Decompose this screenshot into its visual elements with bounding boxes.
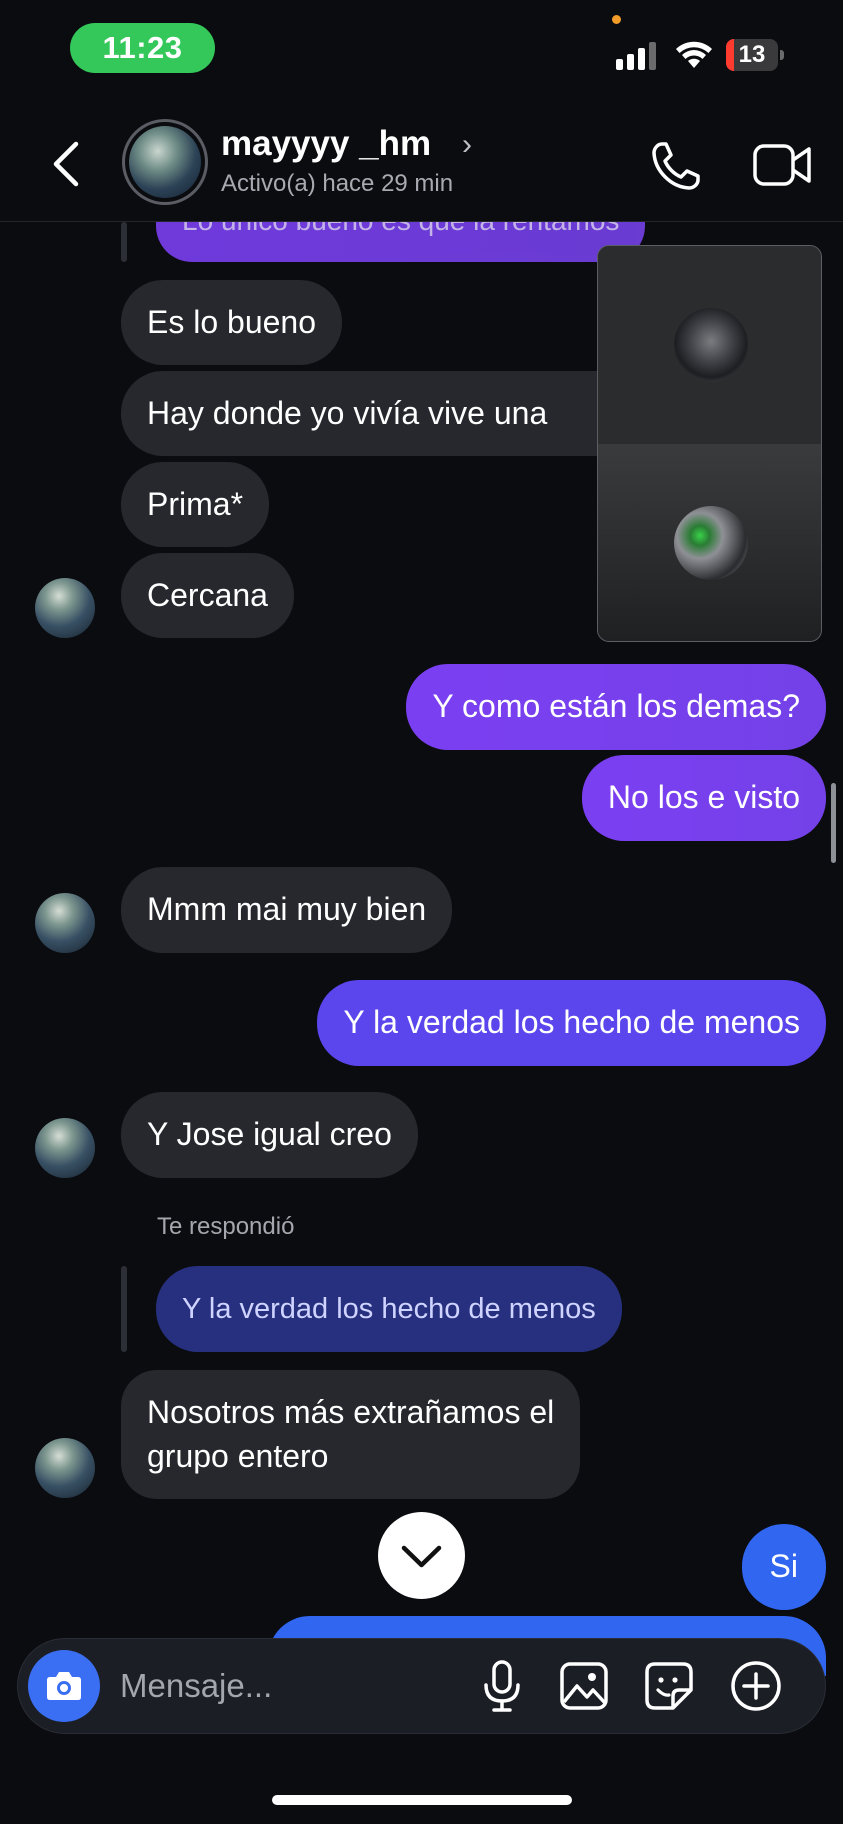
chevron-down-icon <box>401 1545 442 1568</box>
message-text: Y la verdad los hecho de menos <box>182 1293 596 1325</box>
status-time: 11:23 <box>70 23 215 73</box>
contact-avatar[interactable] <box>122 119 208 205</box>
message-bubble-incoming[interactable]: Nosotros más extrañamos el grupo entero <box>121 1370 581 1499</box>
message-bubble-incoming[interactable]: Es lo bueno <box>121 280 343 365</box>
chevron-right-icon[interactable]: › <box>462 128 472 162</box>
participant-video-thumbnail[interactable] <box>674 308 748 382</box>
replied-label: Te respondió <box>157 1213 295 1240</box>
image-icon[interactable] <box>557 1658 611 1714</box>
contact-avatar-small[interactable] <box>35 1118 95 1178</box>
camera-icon <box>47 1672 81 1700</box>
chat-header: mayyyy _hm › Activo(a) hace 29 min <box>0 100 843 222</box>
message-bubble-outgoing[interactable]: No los e visto <box>581 755 826 841</box>
battery-indicator: 13 <box>726 39 784 71</box>
microphone-icon[interactable] <box>475 1658 529 1714</box>
message-text: Cercana <box>147 577 268 613</box>
message-text: Prima* <box>147 486 244 522</box>
scroll-to-bottom-button[interactable] <box>378 1512 465 1599</box>
message-text: Hay donde yo vivía vive una <box>147 395 548 431</box>
message-bubble-incoming[interactable]: Y Jose igual creo <box>121 1092 418 1178</box>
message-text: No los e visto <box>607 779 800 815</box>
phone-icon[interactable] <box>648 138 704 194</box>
message-input[interactable] <box>120 1660 460 1712</box>
contact-activity-status: Activo(a) hace 29 min <box>221 170 454 197</box>
self-video-thumbnail[interactable] <box>674 506 748 580</box>
message-bubble-outgoing[interactable]: Si <box>741 1524 826 1610</box>
message-bubble-incoming[interactable]: Cercana <box>121 553 294 638</box>
message-bubble-incoming[interactable]: Mmm mai muy bien <box>121 867 453 953</box>
contact-avatar-small[interactable] <box>35 1438 95 1498</box>
privacy-indicator-dot <box>612 15 621 24</box>
sticker-icon[interactable] <box>642 1658 696 1714</box>
message-bubble-outgoing[interactable]: Y la verdad los hecho de menos <box>317 980 826 1066</box>
scrollbar[interactable] <box>831 783 836 863</box>
plus-circle-icon[interactable] <box>729 1658 783 1714</box>
reply-thread-bar <box>121 1266 127 1352</box>
contact-avatar-small[interactable] <box>35 893 95 953</box>
wifi-icon <box>676 41 712 68</box>
message-text: Y como están los demas? <box>432 688 800 724</box>
reply-thread-bar <box>121 222 127 262</box>
video-camera-icon[interactable] <box>752 140 814 190</box>
message-text: Si <box>769 1548 798 1584</box>
message-bubble-incoming[interactable]: Prima* <box>121 462 270 547</box>
contact-avatar-small[interactable] <box>35 578 95 638</box>
video-call-pip[interactable] <box>597 245 822 642</box>
cellular-signal-icon <box>616 42 658 70</box>
contact-name[interactable]: mayyyy _hm <box>221 124 431 164</box>
message-text: Mmm mai muy bien <box>147 891 427 927</box>
message-text-line: grupo entero <box>147 1438 329 1474</box>
home-indicator[interactable] <box>272 1795 572 1805</box>
message-text: Es lo bueno <box>147 304 317 340</box>
camera-button[interactable] <box>28 1650 100 1722</box>
quoted-message[interactable]: Y la verdad los hecho de menos <box>156 1266 622 1352</box>
battery-level: 13 <box>738 41 766 68</box>
message-text-line: Nosotros más extrañamos el <box>147 1394 555 1430</box>
message-text: Y la verdad los hecho de menos <box>343 1004 800 1040</box>
message-bubble-outgoing[interactable]: Y como están los demas? <box>406 664 826 750</box>
message-text: Y Jose igual creo <box>147 1116 392 1152</box>
back-arrow-icon[interactable] <box>46 136 90 192</box>
